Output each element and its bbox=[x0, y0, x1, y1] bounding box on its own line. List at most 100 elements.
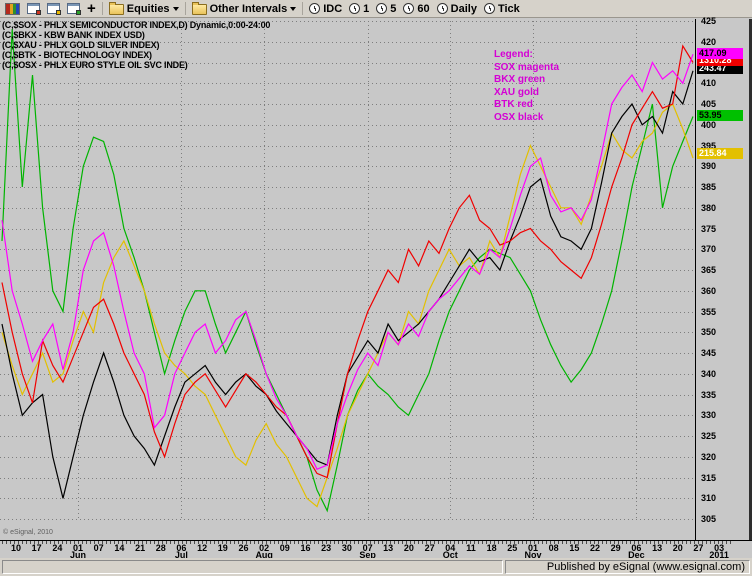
y-axis-label: 365 bbox=[701, 265, 717, 275]
equities-dropdown[interactable]: Equities bbox=[106, 1, 182, 17]
y-axis-label: 315 bbox=[701, 472, 717, 483]
x-tick-label: 10 bbox=[10, 543, 21, 553]
window-corner-yellow-icon bbox=[56, 10, 61, 15]
interval-label: 5 bbox=[390, 2, 397, 15]
symbol-title-sox: (C,$SOX - PHLX SEMICONDUCTOR INDEX,D) Dy… bbox=[2, 20, 271, 30]
plot-area[interactable]: (C,$SOX - PHLX SEMICONDUCTOR INDEX,D) Dy… bbox=[0, 19, 695, 540]
interval-button-5[interactable]: 5 bbox=[373, 1, 399, 17]
y-axis-label: 380 bbox=[701, 202, 717, 213]
plus-icon: + bbox=[87, 0, 96, 17]
y-axis-label: 400 bbox=[701, 119, 717, 130]
folder-icon bbox=[108, 2, 124, 15]
equities-label: Equities bbox=[126, 2, 170, 15]
esignal-window: + Equities Other Intervals IDC 1 5 60 Da… bbox=[0, 0, 752, 576]
status-cell-published: Published by eSignal (www.esignal.com) bbox=[505, 560, 750, 574]
window-edit-icon bbox=[47, 3, 61, 15]
x-tick-label: 17 bbox=[31, 543, 42, 553]
interval-label: 1 bbox=[363, 2, 370, 15]
x-tick-label: 20 bbox=[672, 543, 683, 553]
y-axis-label: 410 bbox=[701, 78, 717, 89]
x-tick-label: 21 bbox=[135, 543, 146, 553]
symbol-title-xau: (C,$XAU - PHLX GOLD SILVER INDEX) bbox=[2, 40, 160, 50]
y-axis-label: 360 bbox=[701, 285, 717, 296]
interval-label: Tick bbox=[497, 2, 520, 15]
x-tick-label: 23 bbox=[321, 543, 332, 553]
legend: Legend: SOX magenta BKX green XAU gold B… bbox=[494, 49, 559, 124]
chart-copyright: © eSignal, 2010 bbox=[3, 529, 53, 536]
interval-button-60[interactable]: 60 bbox=[400, 1, 432, 17]
symbol-overlay-titles: (C,$SOX - PHLX SEMICONDUCTOR INDEX,D) Dy… bbox=[2, 20, 270, 70]
symbol-title-osx: (C,$OSX - PHLX EURO STYLE OIL SVC INDE) bbox=[2, 60, 188, 70]
interval-button-idc[interactable]: IDC bbox=[306, 1, 345, 17]
clock-icon bbox=[483, 3, 495, 14]
legend-entry-osx: OSX black bbox=[494, 111, 544, 123]
interval-button-1[interactable]: 1 bbox=[346, 1, 372, 17]
chart-window-button-1[interactable] bbox=[24, 1, 43, 17]
legend-entry-btk: BTK red bbox=[494, 99, 533, 110]
window-chart-icon bbox=[27, 3, 41, 15]
series-line-bkx bbox=[1, 29, 694, 513]
y-axis-label: 305 bbox=[701, 514, 717, 524]
toolbar-separator bbox=[101, 2, 103, 15]
toolbar-separator bbox=[302, 2, 304, 15]
interval-label: 60 bbox=[417, 2, 430, 15]
interval-label: IDC bbox=[323, 2, 343, 15]
x-tick-label: 22 bbox=[589, 543, 600, 553]
y-axis-label: 385 bbox=[701, 182, 717, 192]
y-axis-label: 390 bbox=[701, 161, 717, 172]
interval-button-tick[interactable]: Tick bbox=[481, 1, 523, 17]
y-axis-label: 350 bbox=[701, 327, 717, 338]
y-axis-label: 345 bbox=[701, 348, 717, 358]
symbol-title-bkx: (C,$BKX - KBW BANK INDEX USD) bbox=[2, 30, 145, 40]
y-axis-label: 310 bbox=[701, 493, 717, 504]
chart-region: (C,$SOX - PHLX SEMICONDUCTOR INDEX,D) Dy… bbox=[0, 16, 752, 540]
y-axis-label: 405 bbox=[701, 99, 717, 109]
toolbar-separator bbox=[184, 2, 186, 15]
y-axis-label: 370 bbox=[701, 244, 717, 255]
folder-icon bbox=[191, 2, 207, 15]
price-badge-bkx: 53.95 bbox=[697, 109, 743, 121]
y-axis-label: 340 bbox=[701, 368, 717, 379]
price-axis[interactable]: 4254204154104054003953903853803753703653… bbox=[695, 16, 752, 540]
legend-entry-xau: XAU gold bbox=[494, 86, 539, 98]
chart-window-button-3[interactable] bbox=[64, 1, 83, 17]
price-badge-xau: 215.84 bbox=[697, 148, 743, 160]
time-axis[interactable]: 10 17 24 01 07 14 21 28 06 12 19 26 02 09 16 23 30 07 13 20… bbox=[0, 540, 752, 560]
x-tick-label: 14 bbox=[114, 543, 125, 553]
x-tick-label: 16 bbox=[300, 543, 311, 553]
clock-icon bbox=[376, 3, 388, 14]
clock-icon bbox=[436, 3, 448, 14]
window-corner-red-icon bbox=[36, 10, 41, 15]
y-axis-label: 335 bbox=[701, 389, 717, 400]
clock-icon bbox=[403, 3, 415, 14]
y-axis-label: 375 bbox=[701, 223, 717, 234]
y-axis-label: 420 bbox=[701, 36, 717, 47]
window-new-icon bbox=[67, 3, 81, 15]
other-intervals-dropdown[interactable]: Other Intervals bbox=[189, 1, 300, 17]
other-intervals-label: Other Intervals bbox=[209, 2, 288, 15]
x-tick-label: 20 bbox=[403, 543, 414, 553]
interval-label: Daily bbox=[450, 2, 477, 15]
legend-entry-bkx: BKX green bbox=[494, 74, 546, 85]
symbol-title-btk: (C,$BTK - BIOTECHNOLOGY INDEX) bbox=[2, 50, 152, 60]
dropdown-caret-icon bbox=[172, 7, 179, 14]
toolbar: + Equities Other Intervals IDC 1 5 60 Da… bbox=[0, 0, 752, 18]
y-axis-label: 425 bbox=[701, 16, 717, 26]
y-axis-label: 325 bbox=[701, 431, 717, 441]
window-corner-green-icon bbox=[76, 10, 81, 15]
x-tick-label: 15 bbox=[569, 543, 580, 553]
interval-button-daily[interactable]: Daily bbox=[434, 1, 480, 17]
y-axis-label: 330 bbox=[701, 410, 717, 421]
clock-icon bbox=[349, 3, 361, 14]
series-line-osx bbox=[1, 70, 694, 499]
series-line-btk bbox=[1, 44, 694, 479]
x-tick-label: 18 bbox=[486, 543, 497, 553]
chart-window-button-2[interactable] bbox=[44, 1, 63, 17]
status-cell-empty bbox=[2, 560, 503, 574]
esignal-logo-icon bbox=[5, 2, 20, 15]
price-badge-sox: 417.09 bbox=[697, 48, 743, 60]
esignal-logo-button[interactable] bbox=[2, 1, 23, 17]
add-symbol-button[interactable]: + bbox=[84, 1, 99, 17]
clock-icon bbox=[309, 3, 321, 14]
legend-entry-sox: SOX magenta bbox=[494, 61, 560, 73]
